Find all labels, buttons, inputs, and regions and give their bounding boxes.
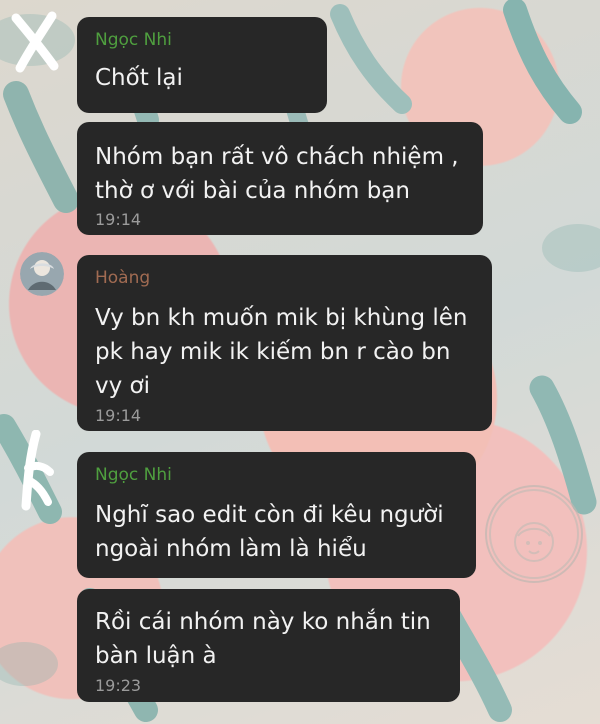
watermark-stamp [485,485,583,583]
message-timestamp: 19:23 [95,676,142,695]
chat-bubble[interactable]: Ngọc Nhi Nghĩ sao edit còn đi kêu người … [77,452,476,578]
chat-bubble[interactable]: Ngọc Nhi Chốt lại [77,17,327,113]
sender-name[interactable]: Ngọc Nhi [95,30,172,50]
message-timestamp: 19:14 [95,406,142,425]
message-text: Nghĩ sao edit còn đi kêu người [95,502,444,528]
censor-scribble [8,8,66,80]
message-text: Chốt lại [95,65,183,91]
message-text: thờ ơ với bài của nhóm bạn [95,178,410,204]
chat-bubble[interactable]: Nhóm bạn rất vô chách nhiệm , thờ ơ với … [77,122,483,235]
avatar[interactable] [20,252,64,296]
message-text: bàn luận à [95,643,217,669]
message-text: Nhóm bạn rất vô chách nhiệm , [95,144,459,170]
message-timestamp: 19:14 [95,210,142,229]
message-text: vy ơi [95,373,150,399]
censor-scribble [18,429,62,514]
message-text: Vy bn kh muốn mik bị khùng lên [95,305,468,331]
message-text: pk hay mik ik kiếm bn r cào bn [95,339,451,365]
sender-name[interactable]: Hoàng [95,268,150,288]
message-text: ngoài nhóm làm là hiểu [95,536,367,562]
message-text: Rồi cái nhóm này ko nhắn tin [95,609,431,635]
chat-bubble[interactable]: Hoàng Vy bn kh muốn mik bị khùng lên pk … [77,255,492,431]
sender-name[interactable]: Ngọc Nhi [95,465,172,485]
chat-bubble[interactable]: Rồi cái nhóm này ko nhắn tin bàn luận à … [77,589,460,702]
